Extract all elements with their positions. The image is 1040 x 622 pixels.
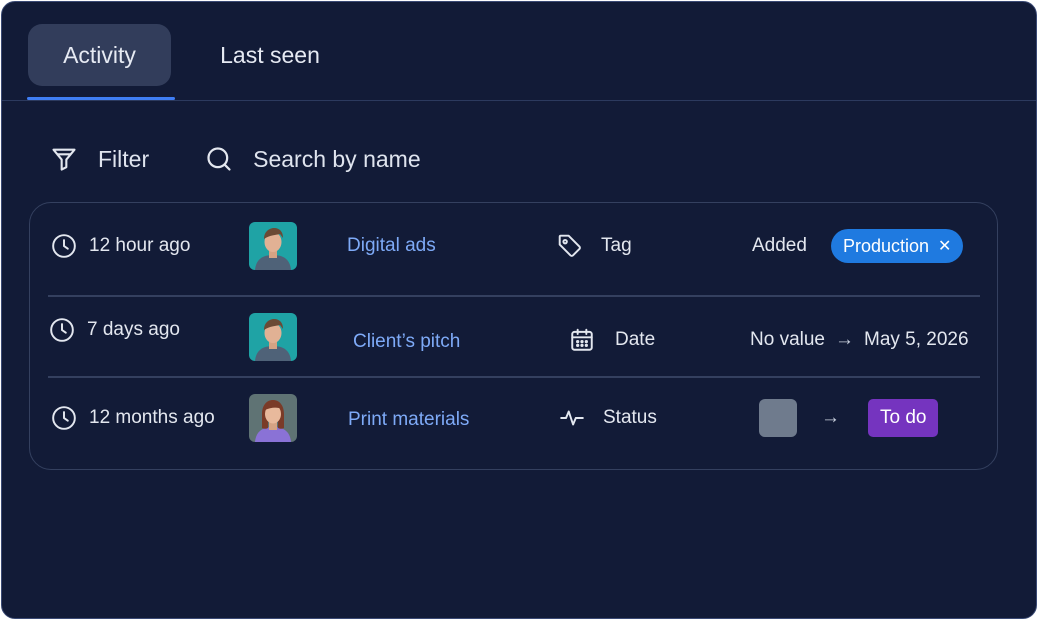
- change-value: Added Production ✕: [752, 215, 964, 277]
- activity-time: 12 months ago: [51, 387, 215, 449]
- woman-avatar: [249, 394, 297, 442]
- search-box[interactable]: [205, 145, 514, 173]
- search-input[interactable]: [253, 145, 514, 173]
- clock-icon: [52, 406, 76, 430]
- tab-activity[interactable]: Activity: [28, 24, 171, 86]
- time-label: 7 days ago: [87, 319, 180, 340]
- close-icon[interactable]: ✕: [938, 236, 951, 256]
- clock-icon: [52, 234, 76, 258]
- active-tab-indicator: [27, 97, 175, 100]
- filter-button[interactable]: Filter: [50, 145, 149, 173]
- arrow-right-icon: →: [821, 407, 840, 428]
- tab-bar: Activity Last seen: [2, 2, 1036, 101]
- property-label: Tag: [601, 235, 632, 256]
- tab-last-seen[interactable]: Last seen: [192, 24, 348, 86]
- property-date: Date: [569, 309, 655, 371]
- activity-row: 12 months ago Print materials Status → T…: [30, 387, 997, 473]
- filter-icon: [52, 148, 76, 171]
- activity-time: 7 days ago: [49, 299, 180, 361]
- calendar-icon: [571, 328, 593, 351]
- new-value: May 5, 2026: [864, 329, 969, 350]
- change-value: → To do: [759, 387, 939, 449]
- property-tag: Tag: [557, 215, 632, 277]
- tag-chip-label: Production: [842, 235, 930, 256]
- activity-time: 12 hour ago: [51, 215, 190, 277]
- item-link[interactable]: Print materials: [348, 389, 469, 451]
- action-label: Added: [752, 235, 807, 256]
- property-label: Date: [615, 329, 656, 350]
- change-value: No value → May 5, 2026: [750, 309, 969, 371]
- tag-chip-production[interactable]: Production ✕: [830, 229, 964, 263]
- toolbar: Filter: [50, 136, 514, 182]
- item-link[interactable]: Client’s pitch: [353, 311, 460, 373]
- row-divider: [48, 295, 980, 297]
- activity-panel: Activity Last seen Filter Search by name…: [1, 1, 1037, 619]
- item-link[interactable]: Digital ads: [347, 215, 436, 277]
- activity-row: 7 days ago Client’s pitch Date No value …: [30, 299, 997, 385]
- property-label: Status: [603, 407, 657, 428]
- man-avatar: [249, 313, 297, 361]
- tag-icon: [558, 234, 581, 257]
- arrow-right-icon: →: [835, 329, 854, 350]
- time-label: 12 hour ago: [89, 235, 191, 256]
- time-label: 12 months ago: [89, 407, 215, 428]
- activity-icon: [560, 410, 584, 426]
- search-icon: [207, 147, 231, 171]
- filter-label: Filter: [98, 145, 150, 172]
- status-badge: To do: [868, 399, 939, 437]
- man-avatar: [249, 222, 297, 270]
- old-value: No value: [750, 329, 825, 350]
- property-status: Status: [559, 387, 657, 449]
- activity-row: 12 hour ago Digital ads Tag Added Produc…: [30, 215, 997, 301]
- clock-icon: [50, 318, 74, 342]
- row-divider: [48, 376, 980, 378]
- activity-list: 12 hour ago Digital ads Tag Added Produc…: [29, 202, 998, 470]
- old-status-swatch: [759, 399, 797, 437]
